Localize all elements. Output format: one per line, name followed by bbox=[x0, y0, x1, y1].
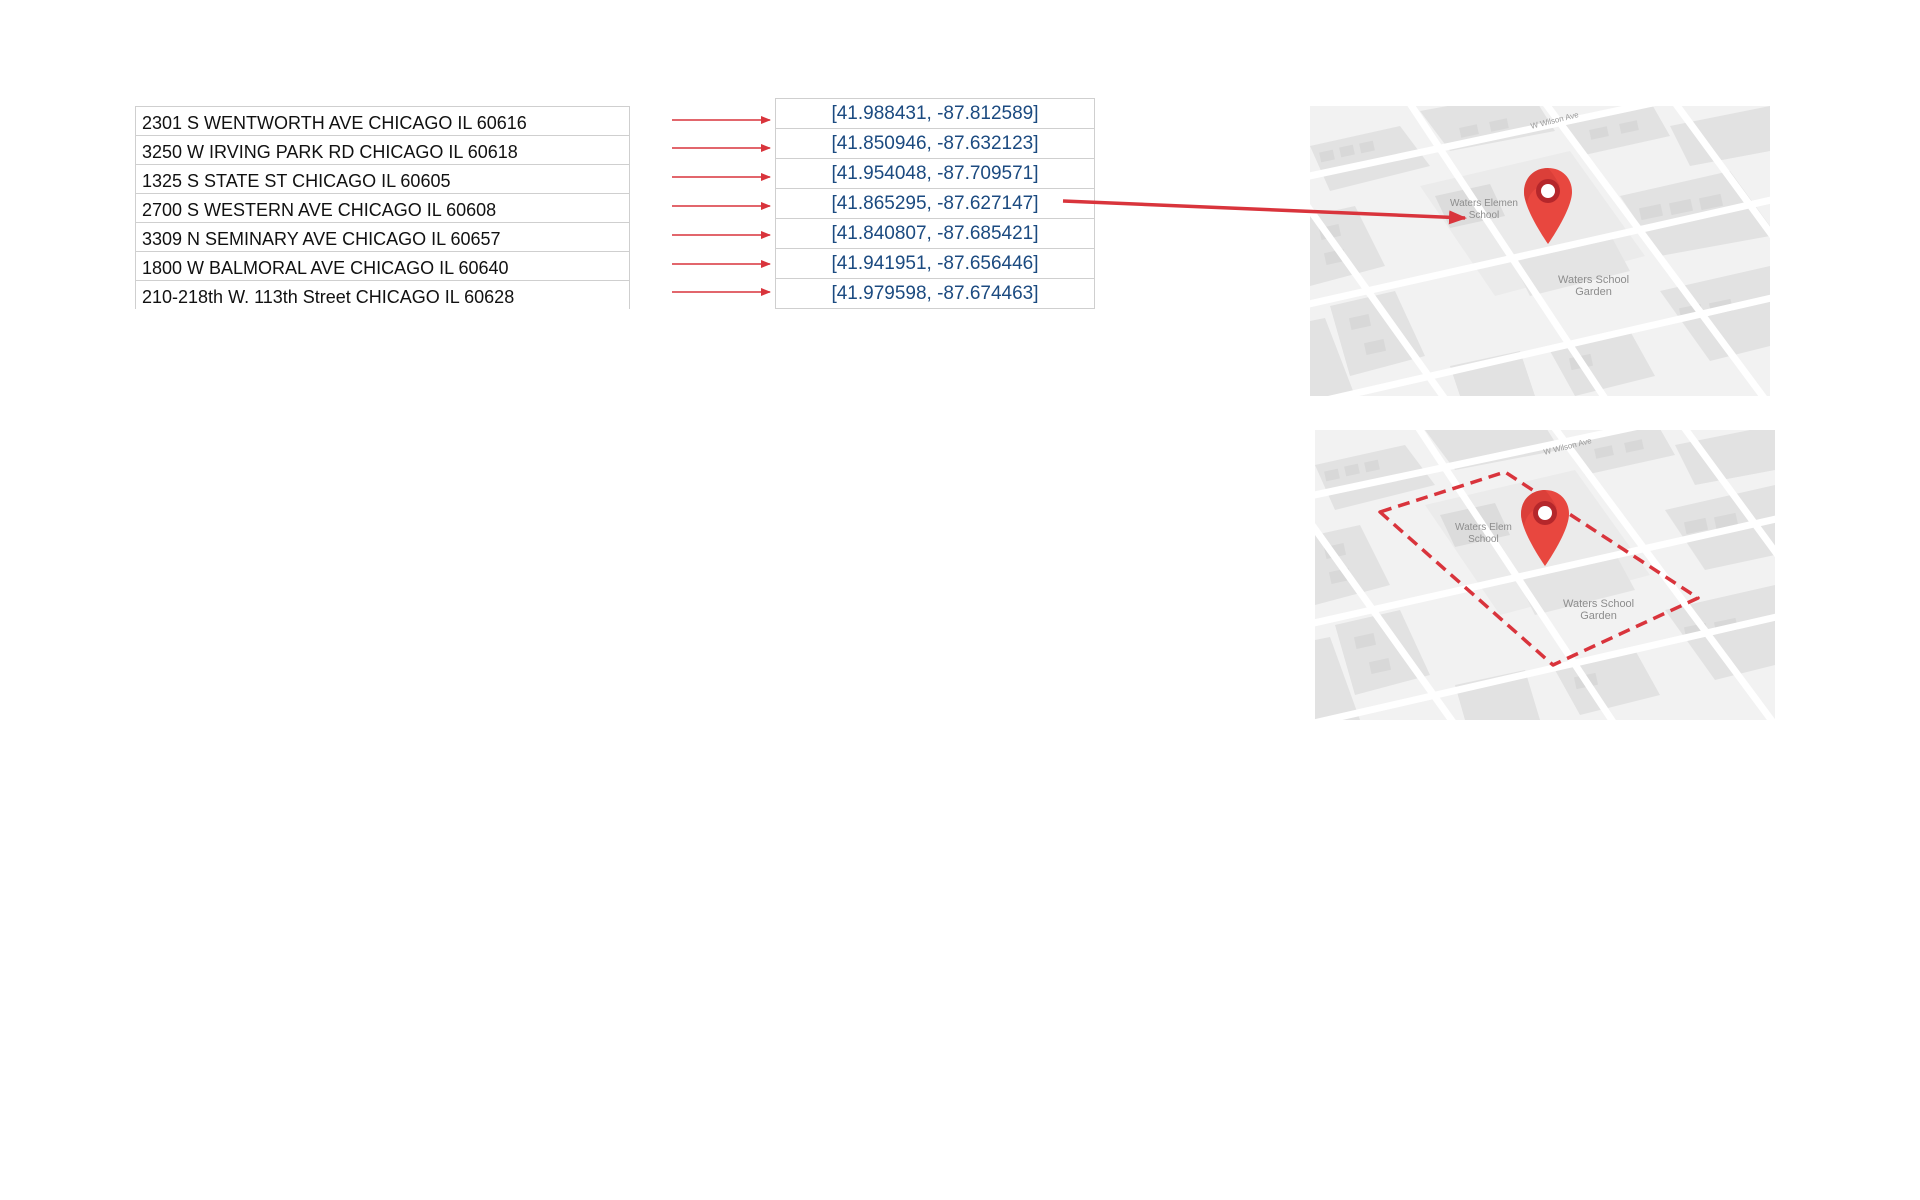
address-cell: 1800 W BALMORAL AVE CHICAGO IL 60640 bbox=[135, 251, 630, 281]
school-label: Waters Elemen School bbox=[1450, 198, 1518, 222]
school-label-line: Waters Elemen bbox=[1450, 198, 1518, 209]
address-row: 1325 S STATE ST CHICAGO IL 60605 bbox=[135, 164, 630, 194]
coordinate-row: [41.850946, -87.632123] bbox=[775, 128, 1095, 159]
address-cell: 2301 S WENTWORTH AVE CHICAGO IL 60616 bbox=[135, 106, 630, 136]
coordinate-cell: [41.988431, -87.812589] bbox=[775, 98, 1095, 129]
map-bottom: W Wilson Ave Waters Elem School Waters S… bbox=[1315, 430, 1775, 720]
address-cell: 210-218th W. 113th Street CHICAGO IL 606… bbox=[135, 280, 630, 309]
address-cell: 1325 S STATE ST CHICAGO IL 60605 bbox=[135, 164, 630, 194]
coordinate-cell: [41.954048, -87.709571] bbox=[775, 158, 1095, 189]
garden-label: Waters School Garden bbox=[1558, 274, 1629, 298]
address-table: 2301 S WENTWORTH AVE CHICAGO IL 60616 32… bbox=[135, 106, 630, 309]
address-row: 1800 W BALMORAL AVE CHICAGO IL 60640 bbox=[135, 251, 630, 281]
address-row: 2301 S WENTWORTH AVE CHICAGO IL 60616 bbox=[135, 106, 630, 136]
address-row: 3309 N SEMINARY AVE CHICAGO IL 60657 bbox=[135, 222, 630, 252]
mapping-arrows bbox=[672, 116, 771, 296]
school-label: Waters Elem School bbox=[1455, 522, 1512, 546]
address-row: 210-218th W. 113th Street CHICAGO IL 606… bbox=[135, 280, 630, 309]
coordinate-cell: [41.979598, -87.674463] bbox=[775, 278, 1095, 309]
coordinate-row: [41.988431, -87.812589] bbox=[775, 98, 1095, 129]
map-bottom-streets bbox=[1315, 430, 1775, 720]
coordinate-row: [41.954048, -87.709571] bbox=[775, 158, 1095, 189]
school-label-line: Waters Elem bbox=[1455, 522, 1512, 533]
garden-label: Waters School Garden bbox=[1563, 598, 1634, 622]
garden-label-line: Garden bbox=[1575, 286, 1612, 298]
address-cell: 3309 N SEMINARY AVE CHICAGO IL 60657 bbox=[135, 222, 630, 252]
map-top: W Wilson Ave Waters Elemen School Waters… bbox=[1310, 106, 1770, 396]
coordinate-cell: [41.840807, -87.685421] bbox=[775, 218, 1095, 249]
address-row: 3250 W IRVING PARK RD CHICAGO IL 60618 bbox=[135, 135, 630, 165]
garden-label-line: Waters School bbox=[1558, 274, 1630, 286]
address-cell: 2700 S WESTERN AVE CHICAGO IL 60608 bbox=[135, 193, 630, 223]
coordinate-cell: [41.941951, -87.656446] bbox=[775, 248, 1095, 279]
coordinate-cell: [41.865295, -87.627147] bbox=[775, 188, 1095, 219]
coordinate-row: [41.865295, -87.627147] bbox=[775, 188, 1095, 219]
coordinates-table: [41.988431, -87.812589] [41.850946, -87.… bbox=[775, 98, 1095, 309]
coordinate-row: [41.979598, -87.674463] bbox=[775, 278, 1095, 309]
address-cell: 3250 W IRVING PARK RD CHICAGO IL 60618 bbox=[135, 135, 630, 165]
school-label-line: School bbox=[1468, 534, 1499, 545]
coordinate-row: [41.840807, -87.685421] bbox=[775, 218, 1095, 249]
map-pin-icon bbox=[1524, 168, 1572, 244]
coordinate-row: [41.941951, -87.656446] bbox=[775, 248, 1095, 279]
garden-label-line: Garden bbox=[1580, 610, 1617, 622]
map-top-streets bbox=[1310, 106, 1770, 396]
coordinate-cell: [41.850946, -87.632123] bbox=[775, 128, 1095, 159]
garden-label-line: Waters School bbox=[1563, 598, 1635, 610]
map-pin-icon bbox=[1521, 490, 1569, 566]
school-label-line: School bbox=[1468, 210, 1500, 221]
address-row: 2700 S WESTERN AVE CHICAGO IL 60608 bbox=[135, 193, 630, 223]
